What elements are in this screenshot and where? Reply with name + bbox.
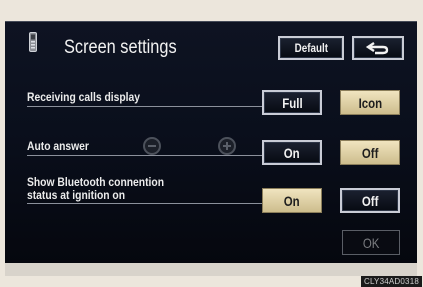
ok-button[interactable]: OK: [342, 230, 400, 255]
auto-answer-plus-button[interactable]: [218, 137, 236, 155]
bluetooth-status-off-button[interactable]: Off: [340, 188, 400, 213]
default-button-label: Default: [294, 41, 328, 55]
receiving-calls-label: Receiving calls display: [27, 90, 141, 104]
receiving-calls-icon-button[interactable]: Icon: [340, 90, 400, 115]
row-divider: [27, 203, 263, 204]
auto-answer-on-label: On: [284, 144, 300, 161]
figure-caption: CLY34AD0318: [361, 276, 422, 287]
auto-answer-minus-button[interactable]: [143, 137, 161, 155]
back-arrow-icon: [365, 42, 389, 55]
back-button[interactable]: [352, 36, 404, 60]
row-divider: [27, 155, 263, 156]
bluetooth-status-on-label: On: [284, 192, 300, 209]
screen-bezel: [5, 263, 417, 276]
minus-icon: [148, 145, 156, 147]
auto-answer-off-label: Off: [361, 144, 379, 161]
phone-icon: [29, 32, 37, 52]
ok-button-label: OK: [362, 234, 380, 251]
bluetooth-status-label-line1: Show Bluetooth connention: [27, 175, 165, 189]
auto-answer-label: Auto answer: [27, 139, 89, 153]
plus-icon: [223, 142, 231, 150]
auto-answer-off-button[interactable]: Off: [340, 140, 400, 165]
bluetooth-status-label-line2: status at ignition on: [27, 188, 126, 202]
row-divider: [27, 106, 263, 107]
icon-option-label: Icon: [358, 94, 382, 111]
bluetooth-status-on-button[interactable]: On: [262, 188, 322, 213]
default-button[interactable]: Default: [278, 36, 344, 60]
bluetooth-status-off-label: Off: [361, 192, 379, 209]
receiving-calls-full-button[interactable]: Full: [262, 90, 322, 115]
full-option-label: Full: [281, 94, 303, 111]
page-title: Screen settings: [64, 37, 177, 58]
auto-answer-on-button[interactable]: On: [262, 140, 322, 165]
